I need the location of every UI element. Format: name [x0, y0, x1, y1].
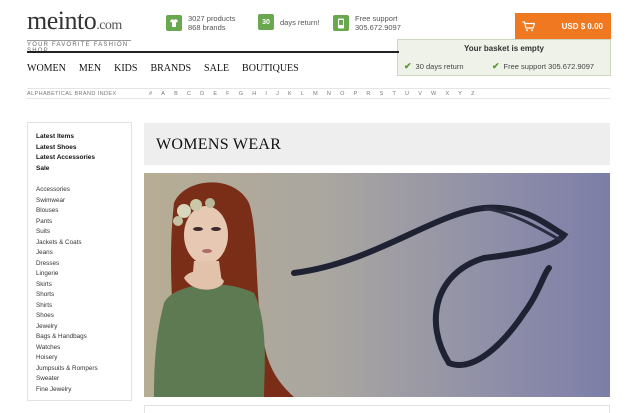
- nav-men[interactable]: MEN: [79, 63, 101, 74]
- brand-index-letter[interactable]: G: [239, 91, 243, 97]
- calendar-icon: 30: [258, 14, 274, 30]
- brand-index-letter[interactable]: N: [327, 91, 331, 97]
- category-link[interactable]: Shirts: [36, 301, 123, 312]
- brand-index-letter[interactable]: S: [380, 91, 384, 97]
- category-link[interactable]: Shoes: [36, 311, 123, 322]
- brand-index-letter[interactable]: Y: [458, 91, 462, 97]
- category-link[interactable]: Jackets & Coats: [36, 238, 123, 249]
- main-navigation: WOMEN MEN KIDS BRANDS SALE BOUTIQUES: [27, 63, 299, 74]
- category-link[interactable]: Jumpsuits & Rompers: [36, 364, 123, 375]
- category-link[interactable]: Blouses: [36, 206, 123, 217]
- featured-link[interactable]: Latest Shoes: [36, 143, 123, 154]
- category-link[interactable]: Fine Jewelry: [36, 385, 123, 396]
- category-sidebar: Latest Items Latest Shoes Latest Accessori…: [27, 122, 132, 401]
- category-link[interactable]: Sweater: [36, 374, 123, 385]
- brand-index-bar: ALPHABETICAL BRAND INDEX # A B C D E F G H I J K L M N…: [27, 88, 610, 99]
- nav-kids[interactable]: KIDS: [114, 63, 137, 74]
- brands-count: 868 brands: [188, 23, 226, 32]
- category-link[interactable]: Swimwear: [36, 196, 123, 207]
- brand-index-letter[interactable]: J: [276, 91, 279, 97]
- shirt-icon: [166, 15, 182, 31]
- brand-index-letter[interactable]: P: [354, 91, 358, 97]
- brand-index-letter[interactable]: F: [226, 91, 229, 97]
- phone-icon: [333, 15, 349, 31]
- brand-index-letter[interactable]: K: [288, 91, 292, 97]
- basket-feature-returns: ✔ 30 days return: [404, 61, 464, 71]
- brand-index-letter[interactable]: #: [149, 91, 152, 97]
- hero-illustration: [154, 182, 569, 397]
- featured-link[interactable]: Sale: [36, 164, 123, 175]
- brand-index-letter[interactable]: A: [161, 91, 165, 97]
- category-list: Accessories Swimwear Blouses Pants Suits Jack…: [36, 185, 123, 395]
- basket-empty-message: Your basket is empty: [464, 44, 544, 53]
- nav-women[interactable]: WOMEN: [27, 63, 66, 74]
- brand-index-letter[interactable]: I: [265, 91, 267, 97]
- products-count-info: 3027 products 868 brands: [166, 14, 236, 32]
- featured-link[interactable]: Latest Items: [36, 132, 123, 143]
- brand-index-letter[interactable]: W: [431, 91, 436, 97]
- check-icon: ✔: [404, 61, 412, 71]
- category-link[interactable]: Jewelry: [36, 322, 123, 333]
- brand-index-letter[interactable]: B: [174, 91, 178, 97]
- returns-text: days return!: [280, 17, 320, 27]
- basket-total: USD $ 0.00: [561, 21, 603, 31]
- nav-sale[interactable]: SALE: [204, 63, 229, 74]
- category-link[interactable]: Accessories: [36, 185, 123, 196]
- category-link[interactable]: Hoisery: [36, 353, 123, 364]
- support-label: Free support: [355, 14, 398, 23]
- brand-index-letter[interactable]: M: [313, 91, 318, 97]
- category-link[interactable]: Bags & Handbags: [36, 332, 123, 343]
- check-icon: ✔: [492, 61, 500, 71]
- site-logo[interactable]: meinto.com YOUR FAVORITE FASHION SHOP: [27, 8, 131, 54]
- brand-index-letter[interactable]: X: [445, 91, 449, 97]
- featured-links: Latest Items Latest Shoes Latest Accessori…: [36, 132, 123, 174]
- brand-index-letter[interactable]: L: [301, 91, 304, 97]
- basket-popup: Your basket is empty ✔ 30 days return ✔ …: [397, 39, 611, 76]
- category-link[interactable]: Shorts: [36, 290, 123, 301]
- hero-banner-image[interactable]: [144, 173, 610, 397]
- brand-index-letter[interactable]: O: [340, 91, 344, 97]
- brand-index-letter[interactable]: H: [252, 91, 256, 97]
- support-info: Free support 305.672.9097: [333, 14, 401, 32]
- category-link[interactable]: Dresses: [36, 259, 123, 270]
- category-link[interactable]: Lingerie: [36, 269, 123, 280]
- brand-index-letter[interactable]: D: [200, 91, 204, 97]
- logo-wordmark: meinto.com: [27, 6, 122, 35]
- category-link[interactable]: Watches: [36, 343, 123, 354]
- support-phone: 305.672.9097: [355, 23, 401, 32]
- nav-boutiques[interactable]: BOUTIQUES: [242, 63, 299, 74]
- brand-index-letters: # A B C D E F G H I J K L M N O P R S T U V W X Y Z: [149, 91, 475, 97]
- category-link[interactable]: Pants: [36, 217, 123, 228]
- nav-brands[interactable]: BRANDS: [150, 63, 191, 74]
- brand-index-letter[interactable]: C: [187, 91, 191, 97]
- brand-index-letter[interactable]: T: [392, 91, 395, 97]
- basket-feature-support: ✔ Free support 305.672.9097: [492, 61, 595, 71]
- category-link[interactable]: Jeans: [36, 248, 123, 259]
- content-panel: [144, 405, 610, 413]
- header-divider: [27, 51, 399, 53]
- products-count: 3027 products: [188, 14, 236, 23]
- returns-info: 30 days return!: [258, 14, 320, 30]
- page-title: WOMENS WEAR: [156, 136, 282, 153]
- brand-index-letter[interactable]: Z: [471, 91, 474, 97]
- brand-index-letter[interactable]: V: [418, 91, 422, 97]
- category-link[interactable]: Skirts: [36, 280, 123, 291]
- featured-link[interactable]: Latest Accessories: [36, 153, 123, 164]
- brand-index-letter[interactable]: U: [405, 91, 409, 97]
- category-link[interactable]: Suits: [36, 227, 123, 238]
- brand-index-letter[interactable]: R: [366, 91, 370, 97]
- cart-icon: [515, 20, 541, 32]
- brand-index-label: ALPHABETICAL BRAND INDEX: [27, 90, 117, 97]
- basket-button[interactable]: USD $ 0.00: [515, 13, 611, 39]
- page-title-bar: WOMENS WEAR: [144, 123, 610, 165]
- brand-index-letter[interactable]: E: [213, 91, 217, 97]
